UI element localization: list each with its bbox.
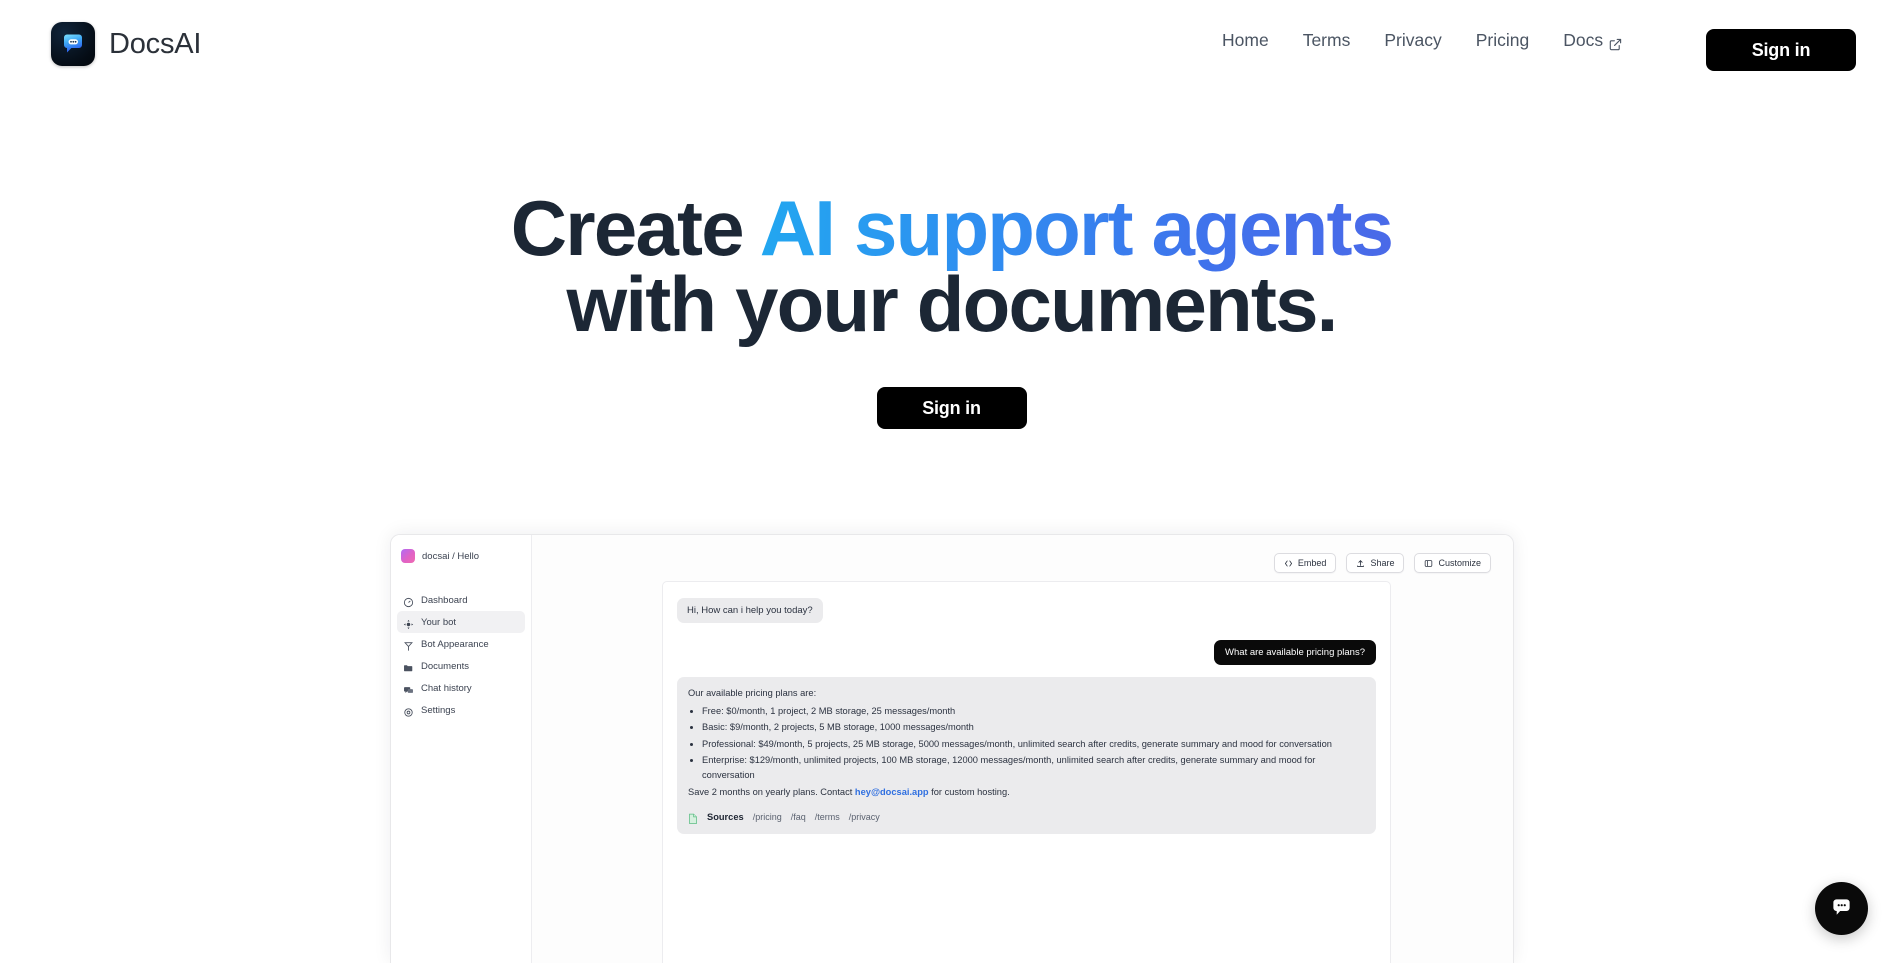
nav-link-privacy[interactable]: Privacy [1367, 30, 1458, 51]
workspace-name: docsai / Hello [422, 550, 480, 562]
share-label: Share [1370, 558, 1395, 568]
sidebar-label-dashboard: Dashboard [421, 594, 468, 606]
nav-links: Home Terms Privacy Pricing Docs [1205, 30, 1639, 51]
gauge-icon [403, 595, 414, 607]
answer-intro: Our available pricing plans are: [688, 688, 817, 698]
answer-bullet-list: Free: $0/month, 1 project, 2 MB storage,… [688, 704, 1365, 783]
nav-link-docs[interactable]: Docs [1546, 30, 1639, 51]
hero-line1-plain: Create [510, 184, 760, 272]
hero-line1-accent: AI support agents [759, 184, 1394, 272]
share-upload-icon [1356, 559, 1365, 568]
sidebar-label-documents: Documents [421, 660, 470, 672]
answer-bullet-professional: Professional: $49/month, 5 projects, 25 … [702, 737, 1365, 752]
bot-greeting-bubble: Hi, How can i help you today? [677, 598, 823, 623]
chat-history-icon [403, 683, 414, 694]
brand-name: DocsAI [109, 27, 202, 60]
external-link-icon [1609, 35, 1622, 51]
contact-email-link[interactable]: hey@docsai.app [855, 787, 929, 797]
source-chip-faq[interactable]: /faq [791, 810, 806, 825]
sidebar-item-dashboard[interactable]: Dashboard [397, 589, 525, 611]
answer-bullet-enterprise: Enterprise: $129/month, unlimited projec… [702, 753, 1365, 783]
chat-bubble-icon [1829, 895, 1854, 923]
user-message-bubble: What are available pricing plans? [1214, 640, 1376, 665]
sources-row: Sources /pricing /faq /terms /privacy [688, 808, 1365, 825]
embed-label: Embed [1297, 558, 1327, 568]
bot-icon [403, 617, 414, 629]
sidebar-label-settings: Settings [421, 704, 456, 716]
embed-button[interactable]: Embed [1273, 553, 1337, 573]
top-navbar: DocsAI Home Terms Privacy Pricing Docs S… [0, 0, 1903, 84]
sidebar-item-settings[interactable]: Settings [397, 699, 525, 721]
answer-footer: Save 2 months on yearly plans. Contact h… [688, 785, 1365, 800]
customize-button[interactable]: Customize [1414, 553, 1491, 573]
nav-signin-button[interactable]: Sign in [1706, 29, 1856, 71]
app-sidebar: docsai / Hello Dashboard Your bot Bot Ap… [391, 535, 532, 963]
sidebar-item-your-bot[interactable]: Your bot [397, 611, 525, 633]
hero-line2: with your documents. [566, 260, 1338, 348]
sidebar-label-your-bot: Your bot [421, 616, 457, 628]
bot-message-row: Hi, How can i help you today? [677, 598, 1376, 623]
gear-icon [403, 705, 414, 717]
app-toolbar: Embed Share Customize [1273, 553, 1491, 573]
hero-signin-button[interactable]: Sign in [876, 387, 1027, 429]
chat-bubble-icon [51, 22, 95, 66]
user-message-row: What are available pricing plans? [677, 640, 1376, 665]
sidebar-item-bot-appearance[interactable]: Bot Appearance [397, 633, 525, 655]
share-button[interactable]: Share [1346, 553, 1405, 573]
customize-label: Customize [1438, 558, 1481, 568]
chat-scroll-area[interactable]: Hi, How can i help you today? What are a… [663, 582, 1390, 834]
app-preview-card: docsai / Hello Dashboard Your bot Bot Ap… [390, 534, 1514, 963]
sidebar-label-bot-appearance: Bot Appearance [421, 638, 489, 650]
source-chip-pricing[interactable]: /pricing [753, 810, 782, 825]
source-chip-terms[interactable]: /terms [815, 810, 840, 825]
workspace-switcher[interactable]: docsai / Hello [391, 546, 531, 563]
answer-footer-post: for custom hosting. [928, 787, 1010, 798]
source-chip-privacy[interactable]: /privacy [849, 810, 880, 825]
brand[interactable]: DocsAI [51, 22, 201, 66]
panel-icon [1424, 559, 1433, 568]
nav-link-docs-label: Docs [1563, 30, 1604, 50]
document-icon [688, 813, 698, 824]
answer-footer-pre: Save 2 months on yearly plans. Contact [688, 787, 855, 798]
folder-icon [403, 661, 414, 672]
brush-icon [403, 639, 414, 651]
answer-bullet-basic: Basic: $9/month, 2 projects, 5 MB storag… [702, 720, 1365, 735]
answer-bullet-free: Free: $0/month, 1 project, 2 MB storage,… [702, 704, 1365, 719]
nav-link-pricing[interactable]: Pricing [1459, 30, 1547, 51]
chat-widget-button[interactable] [1815, 882, 1868, 935]
sidebar-item-documents[interactable]: Documents [397, 655, 525, 677]
hero-section: Create AI support agents with your docum… [0, 189, 1903, 429]
chat-panel: Hi, How can i help you today? What are a… [662, 581, 1391, 963]
nav-link-home[interactable]: Home [1205, 30, 1286, 51]
app-main: Embed Share Customize Hi, How can i help… [532, 535, 1513, 963]
sources-label: Sources [707, 812, 744, 823]
code-icon [1284, 559, 1293, 568]
bot-answer-bubble: Our available pricing plans are: Free: $… [677, 677, 1376, 834]
workspace-avatar [401, 549, 415, 563]
sidebar-label-chat-history: Chat history [421, 682, 472, 694]
nav-link-terms[interactable]: Terms [1286, 30, 1368, 51]
page-title: Create AI support agents with your docum… [0, 189, 1903, 343]
sidebar-item-chat-history[interactable]: Chat history [397, 677, 525, 699]
